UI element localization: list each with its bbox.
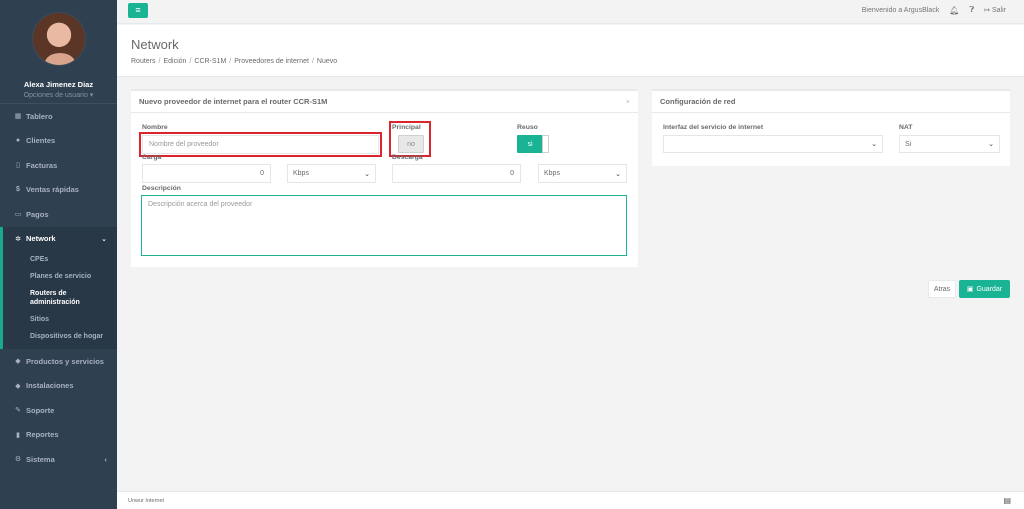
nombre-input[interactable]: Nombre del proveedor [142,135,379,154]
wrench-icon: ✎ [15,407,21,415]
back-button[interactable]: Atras [928,280,956,298]
footer-text: Unwur Internet [128,498,165,504]
descripcion-textarea[interactable]: Descripción acerca del proveedor [141,195,627,256]
save-button[interactable]: ▣ Guardar [959,280,1010,298]
breadcrumb-proveedores[interactable]: Proveedores de internet [234,58,309,65]
dashboard-icon: ▦ [14,113,22,121]
breadcrumb-routers[interactable]: Routers [131,58,156,65]
sidebar-item-pagos[interactable]: ▭ Pagos [0,202,117,227]
users-icon: ● [15,137,21,145]
provider-panel-title: Nuevo proveedor de internet para el rout… [131,91,638,113]
descarga-unit-select[interactable]: Kbps ⌄ [538,164,627,183]
tag-icon: ◆ [15,382,21,390]
breadcrumb-edicion[interactable]: Edición [163,58,186,65]
submenu-item-planes[interactable]: Planes de servicio [3,268,117,285]
gears-icon: ⚙ [14,456,22,464]
user-options-dropdown[interactable]: Opciones de usuario ▾ [0,91,117,99]
nat-select[interactable]: Si ⌄ [899,135,1000,153]
hamburger-icon: ≡ [135,5,141,15]
dollar-icon: $ [16,186,20,194]
submenu-item-sitios[interactable]: Sitios [3,311,117,328]
help-icon[interactable]: ❓︎ [969,5,974,15]
carga-label: Carga [142,154,162,161]
welcome-text: Bienvenido a ArgusBlack [861,6,940,14]
interface-select[interactable]: ⌄ [663,135,883,153]
network-submenu: CPEs Planes de servicio Routers de admin… [0,251,117,349]
bell-icon[interactable]: 🔔︎ [949,6,959,15]
user-profile: Alexa Jimenez Diaz Opciones de usuario ▾ [0,0,117,103]
interface-label: Interfaz del servicio de internet [663,124,764,131]
sidebar-item-tablero[interactable]: ▦ Tablero [0,104,117,129]
sidebar-item-reportes[interactable]: ▮ Reportes [0,423,117,448]
descripcion-label: Descripción [142,185,181,192]
chevron-down-icon: ⌄ [364,170,370,178]
page-heading: Network Routers / Edición / CCR-S1M / Prove… [117,25,1024,77]
sign-out-icon: ↦ [984,7,991,14]
sidebar-nav-lower: ◆ Productos y servicios ◆ Instalaciones ✎ S… [0,349,117,472]
sidebar-item-productos[interactable]: ◆ Productos y servicios [0,349,117,374]
topbar-right: Bienvenido a ArgusBlack 🔔︎ ❓︎ ↦ Salir [862,5,1006,15]
footer: Unwur Internet ▤ [117,491,1024,509]
chevron-down-icon: ⌄ [101,235,107,243]
chevron-left-icon: ‹ [104,454,108,464]
submenu-item-cpes[interactable]: CPEs [3,251,117,268]
network-panel-title: Configuración de red [652,91,1010,113]
book-icon: ▮ [16,431,20,439]
money-icon: ▭ [14,211,22,219]
sidebar-nav: ▦ Tablero ● Clientes ▯ Facturas $ Ventas ráp… [0,103,117,251]
reuso-toggle-knob [542,135,549,153]
sidebar-item-facturas[interactable]: ▯ Facturas [0,153,117,178]
chevron-down-icon: ⌄ [871,141,877,148]
topbar: ≡ Bienvenido a ArgusBlack 🔔︎ ❓︎ ↦ Salir [117,0,1024,24]
page-title: Network [131,37,179,52]
principal-toggle[interactable]: no [398,135,424,153]
submenu-item-dispositivos[interactable]: Dispositivos de hogar [3,328,117,345]
descarga-input[interactable]: 0 [392,164,521,183]
submenu-item-routers[interactable]: Routers de administración [3,285,117,311]
menu-toggle-button[interactable]: ≡ [128,3,148,18]
sidebar-item-network[interactable]: ✲ Network ⌄ [0,226,117,251]
sidebar-item-sistema[interactable]: ⚙ Sistema ‹ [0,447,117,472]
chevron-down-icon: ⌄ [988,141,994,148]
breadcrumb-nuevo: Nuevo [316,58,338,65]
file-icon: ▯ [16,162,20,170]
user-name: Alexa Jimenez Diaz [23,80,94,89]
floppy-icon: ▣ [966,286,974,293]
avatar[interactable] [31,12,86,66]
tag-icon: ◆ [15,358,21,366]
descarga-label: Descarga [392,154,423,161]
carga-unit-select[interactable]: Kbps ⌄ [287,164,376,183]
sidebar-item-clientes[interactable]: ● Clientes [0,129,117,154]
sidebar-item-instalaciones[interactable]: ◆ Instalaciones [0,374,117,399]
reuso-label: Reuso [517,124,538,131]
network-icon: ✲ [15,235,21,243]
sidebar: Alexa Jimenez Diaz Opciones de usuario ▾… [0,0,117,509]
breadcrumb: Routers / Edición / CCR-S1M / Proveedores d… [131,58,1024,65]
sidebar-item-ventas-rapidas[interactable]: $ Ventas rápidas [0,178,117,203]
close-icon[interactable]: × [626,97,630,106]
carga-input[interactable]: 0 [142,164,271,183]
nombre-label: Nombre [142,124,168,131]
sidebar-item-soporte[interactable]: ✎ Soporte [0,398,117,423]
breadcrumb-separator: / [311,58,314,65]
nat-label: NAT [899,124,913,131]
breadcrumb-separator: / [158,58,161,65]
logout-link[interactable]: ↦ Salir [984,6,1006,14]
breadcrumb-separator: / [229,58,232,65]
breadcrumb-separator: / [189,58,192,65]
chevron-down-icon: ⌄ [615,170,621,178]
chat-icon[interactable]: ▤ [1003,496,1011,505]
breadcrumb-router[interactable]: CCR-S1M [194,58,226,65]
reuso-toggle[interactable]: si [517,135,543,153]
